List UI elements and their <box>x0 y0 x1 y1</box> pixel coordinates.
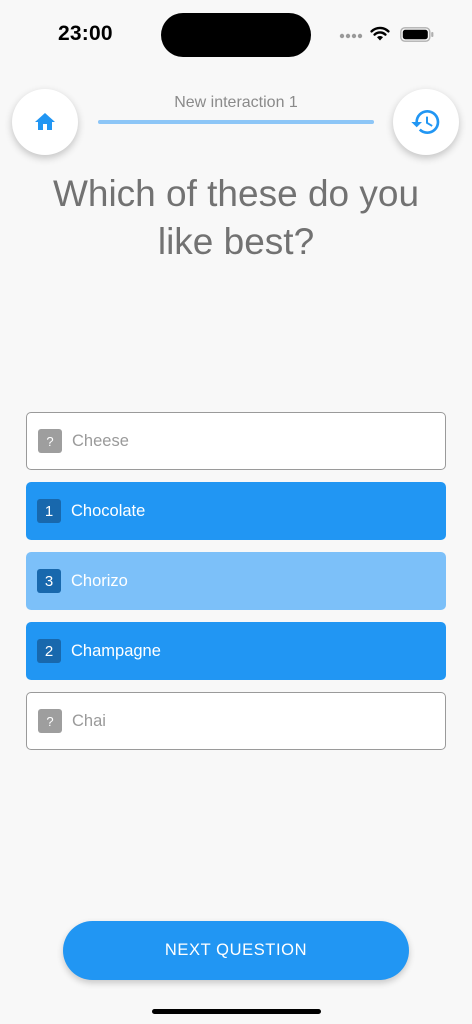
rank-badge: 1 <box>37 499 61 523</box>
option-label: Champagne <box>71 641 161 660</box>
status-bar: 23:00 <box>0 0 472 70</box>
question-text: Which of these do you like best? <box>52 173 420 262</box>
wifi-icon <box>370 26 390 41</box>
option-champagne[interactable]: 2 Champagne <box>26 622 446 680</box>
option-chai[interactable]: ? Chai <box>26 692 446 750</box>
option-label: Cheese <box>72 431 129 450</box>
interaction-title: New interaction 1 <box>174 94 298 111</box>
rank-badge: 3 <box>37 569 61 593</box>
home-button[interactable] <box>12 89 78 155</box>
progress-fill <box>98 120 374 124</box>
signal-dots-icon <box>339 33 363 39</box>
history-button[interactable] <box>393 89 459 155</box>
option-chorizo[interactable]: 3 Chorizo <box>26 552 446 610</box>
rank-badge: 2 <box>37 639 61 663</box>
options-list: ? Cheese 1 Chocolate 3 Chorizo 2 Champag… <box>26 412 446 762</box>
history-icon <box>411 110 440 135</box>
option-cheese[interactable]: ? Cheese <box>26 412 446 470</box>
home-indicator <box>152 1009 321 1014</box>
option-label: Chocolate <box>71 501 146 520</box>
home-icon <box>35 113 55 130</box>
rank-badge: ? <box>38 429 62 453</box>
option-label: Chorizo <box>71 571 128 590</box>
dynamic-island <box>161 13 311 57</box>
rank-badge: ? <box>38 709 62 733</box>
option-chocolate[interactable]: 1 Chocolate <box>26 482 446 540</box>
progress-bar <box>98 120 374 124</box>
next-question-button[interactable]: NEXT QUESTION <box>63 921 409 980</box>
battery-icon <box>400 27 434 42</box>
status-time: 23:00 <box>58 22 113 45</box>
option-label: Chai <box>72 711 106 730</box>
